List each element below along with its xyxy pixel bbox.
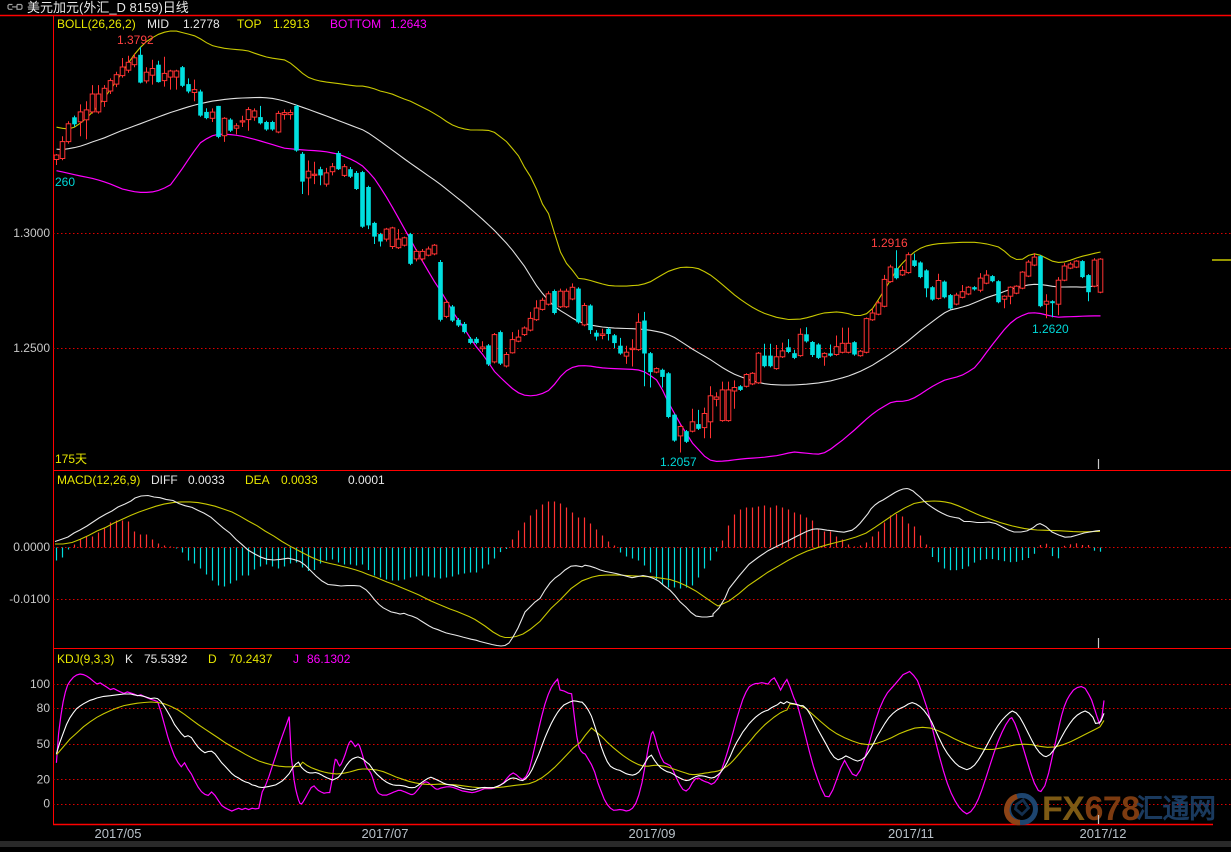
svg-text:2017/11: 2017/11 <box>888 826 934 841</box>
svg-text:DEA: DEA <box>245 473 270 487</box>
svg-text:K: K <box>125 652 133 666</box>
svg-text:1.3792: 1.3792 <box>117 33 154 47</box>
svg-text:汇通网: 汇通网 <box>1136 794 1216 824</box>
svg-text:1.2620: 1.2620 <box>1032 322 1069 336</box>
svg-text:2017/05: 2017/05 <box>95 826 142 841</box>
svg-text:D: D <box>208 652 217 666</box>
svg-text:1.2500: 1.2500 <box>13 341 50 355</box>
svg-text:KDJ(9,3,3): KDJ(9,3,3) <box>57 652 114 666</box>
svg-text:MID: MID <box>147 17 169 31</box>
svg-text:J: J <box>293 652 299 666</box>
svg-text:2017/09: 2017/09 <box>629 826 676 841</box>
svg-text:2017/12: 2017/12 <box>1080 826 1127 841</box>
svg-text:175天: 175天 <box>55 452 87 466</box>
svg-text:FX678: FX678 <box>1042 790 1140 828</box>
svg-text:80: 80 <box>37 701 51 715</box>
svg-text:0.0001: 0.0001 <box>348 473 385 487</box>
svg-text:0.0033: 0.0033 <box>281 473 318 487</box>
svg-text:美元加元(外汇_D 8159)日线: 美元加元(外汇_D 8159)日线 <box>27 0 189 15</box>
svg-text:BOLL(26,26,2): BOLL(26,26,2) <box>57 17 136 31</box>
svg-text:1.2913: 1.2913 <box>273 17 310 31</box>
svg-text:75.5392: 75.5392 <box>144 652 188 666</box>
svg-text:MACD(12,26,9): MACD(12,26,9) <box>57 473 140 487</box>
svg-text:1.2057: 1.2057 <box>660 455 697 469</box>
svg-text:70.2437: 70.2437 <box>229 652 273 666</box>
svg-text:100: 100 <box>30 677 50 691</box>
svg-text:TOP: TOP <box>237 17 261 31</box>
svg-text:0: 0 <box>43 797 50 811</box>
svg-text:0.0033: 0.0033 <box>188 473 225 487</box>
svg-text:1.2643: 1.2643 <box>390 17 427 31</box>
svg-text:DIFF: DIFF <box>151 473 178 487</box>
svg-text:1.2778: 1.2778 <box>183 17 220 31</box>
svg-text:2017/07: 2017/07 <box>362 826 409 841</box>
svg-text:50: 50 <box>37 737 51 751</box>
svg-text:0.0000: 0.0000 <box>13 540 50 554</box>
svg-text:-0.0100: -0.0100 <box>9 592 50 606</box>
svg-text:260: 260 <box>55 175 75 189</box>
svg-text:1.2916: 1.2916 <box>871 236 908 250</box>
svg-text:20: 20 <box>37 773 51 787</box>
svg-text:86.1302: 86.1302 <box>307 652 351 666</box>
svg-text:1.3000: 1.3000 <box>13 226 50 240</box>
svg-text:BOTTOM: BOTTOM <box>330 17 381 31</box>
